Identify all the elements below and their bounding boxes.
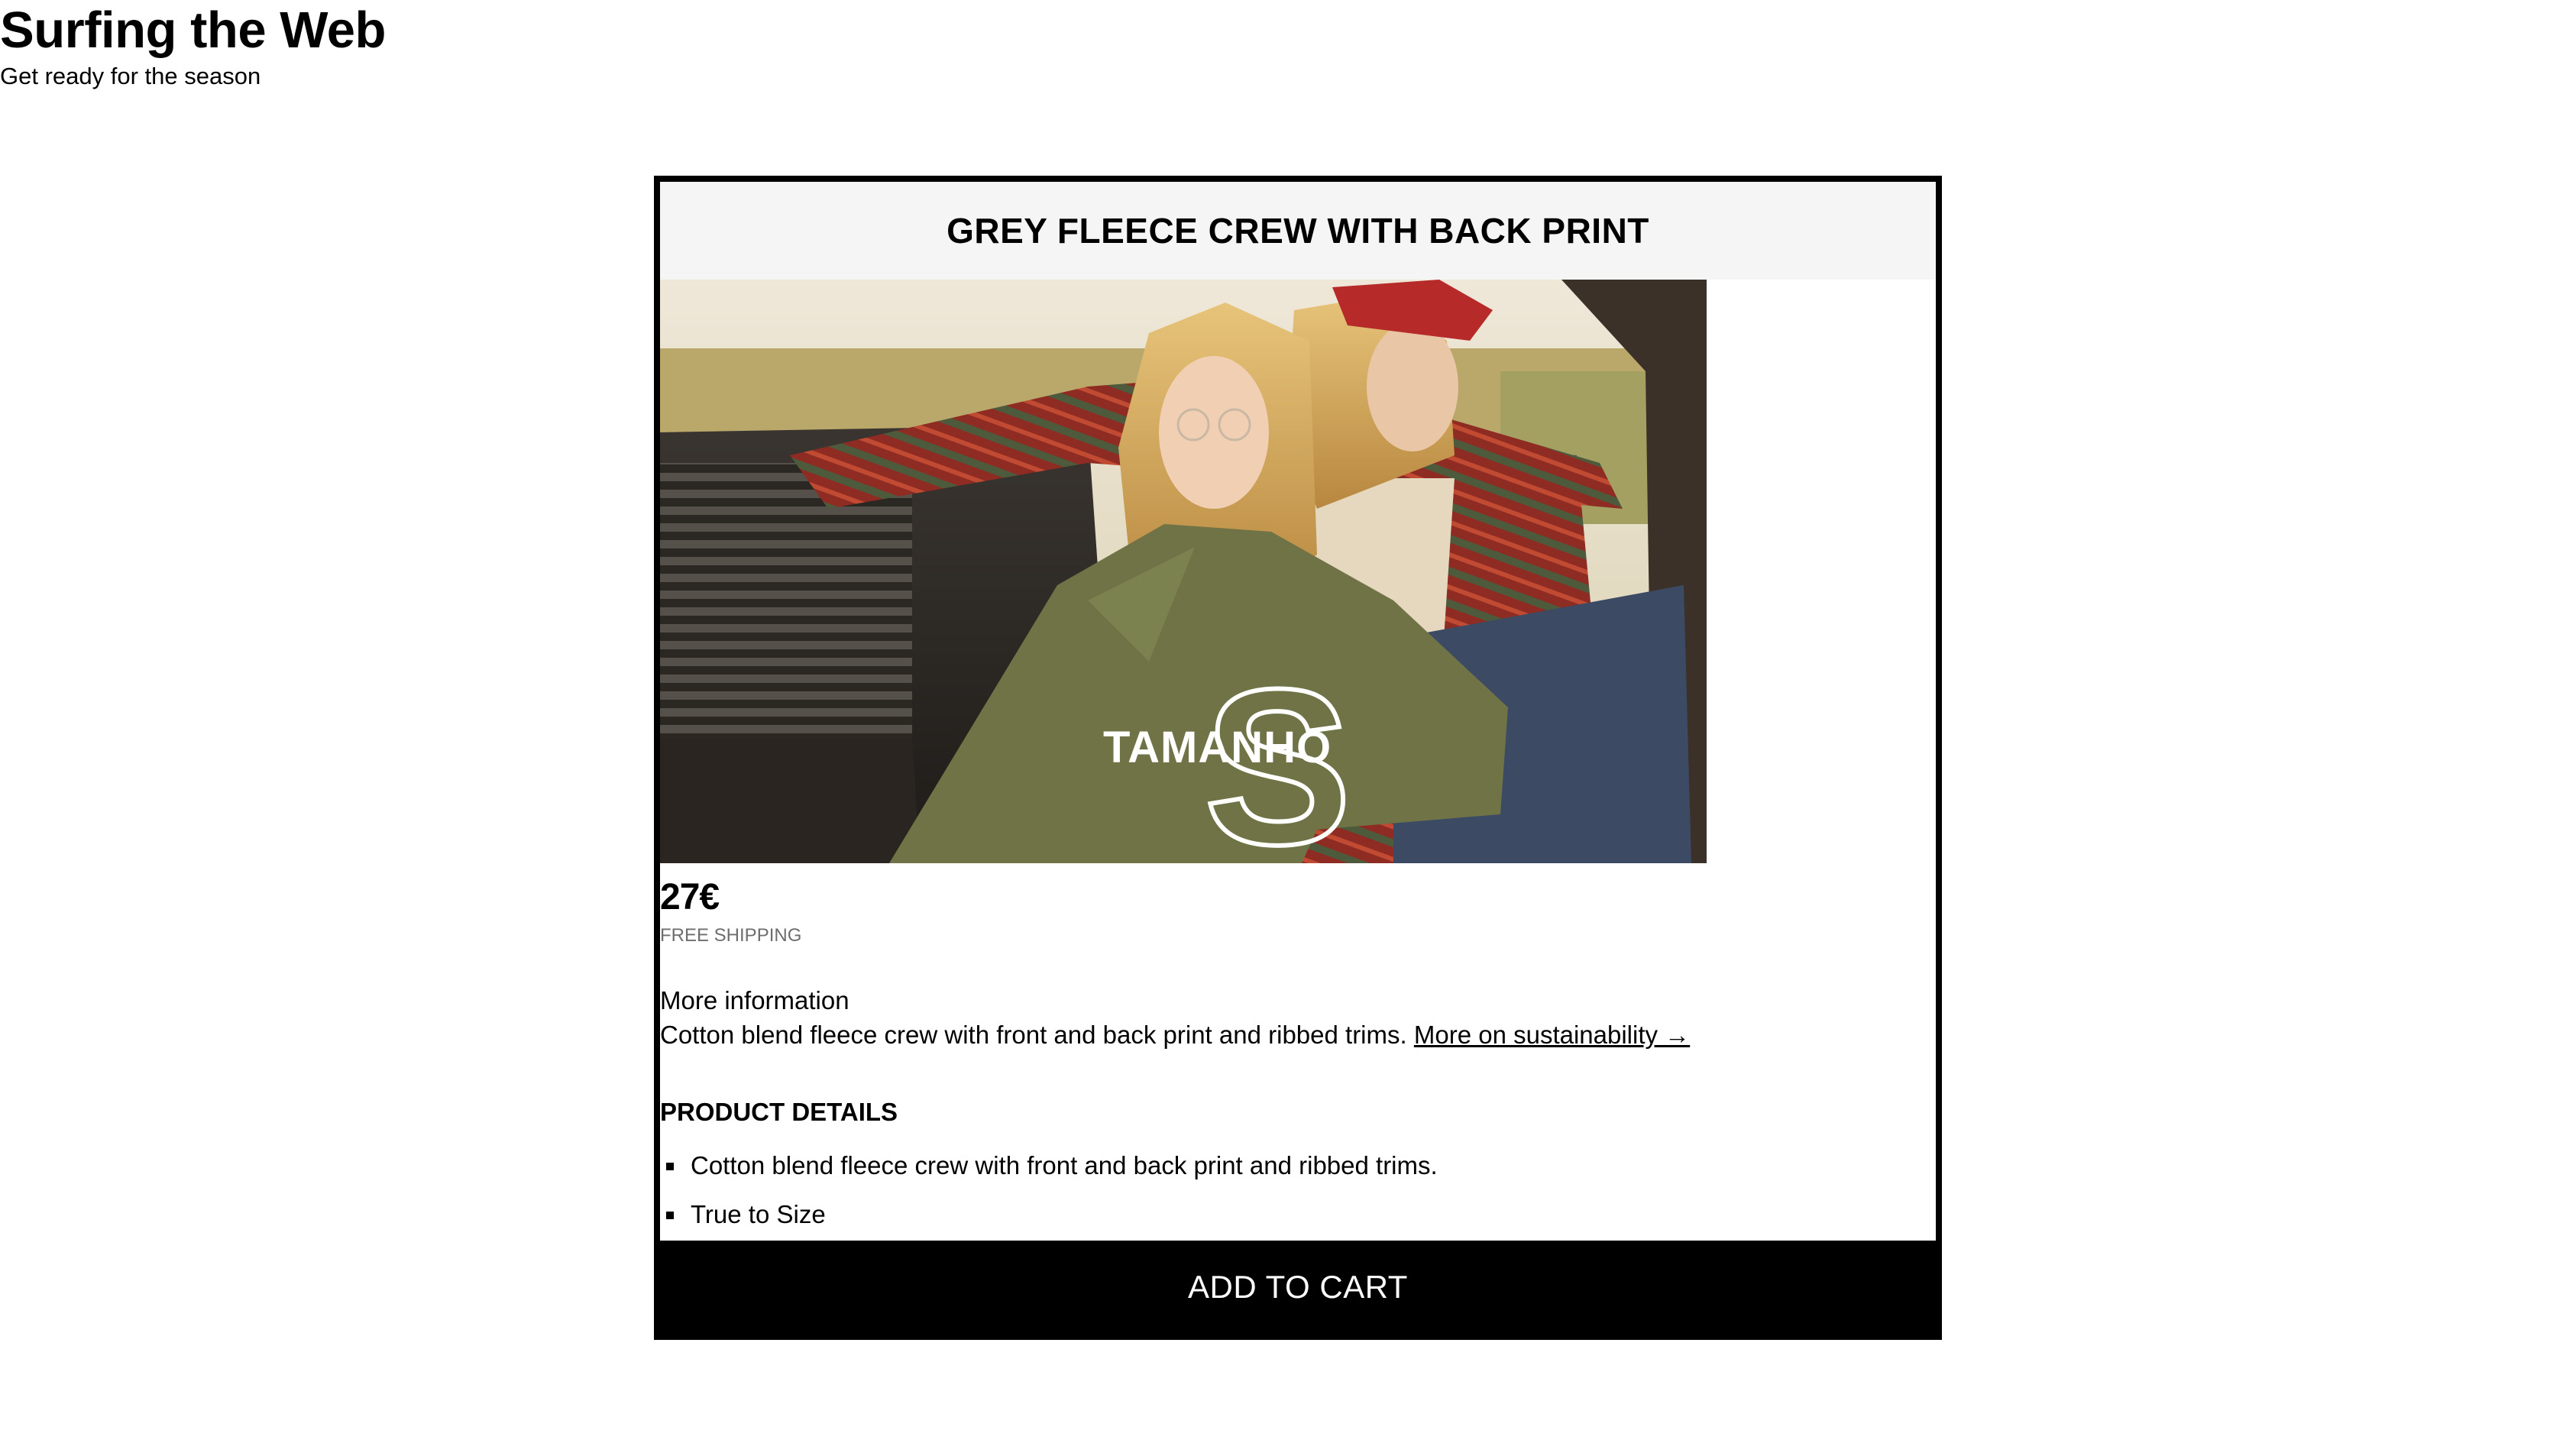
product-details-title: PRODUCT DETAILS — [660, 1098, 898, 1126]
product-card-header: GREY FLEECE CREW WITH BACK PRINT — [660, 182, 1936, 280]
product-price: 27€ — [660, 877, 720, 917]
product-detail-text: Cotton blend fleece crew with front and … — [691, 1151, 1438, 1179]
bullet-square-icon — [666, 1163, 674, 1170]
bullet-square-icon — [666, 1212, 674, 1219]
product-details-list: Cotton blend fleece crew with front and … — [660, 1141, 1936, 1239]
product-description: Cotton blend fleece crew with front and … — [660, 1018, 1936, 1053]
shipping-label: FREE SHIPPING — [660, 925, 802, 946]
product-description-text: Cotton blend fleece crew with front and … — [660, 1021, 1407, 1049]
sustainability-link[interactable]: More on sustainability → — [1414, 1021, 1690, 1049]
image-overlay-letter: S — [1204, 643, 1351, 863]
add-to-cart-button[interactable]: ADD TO CART — [660, 1241, 1936, 1334]
product-image: TAMANHO S — [660, 280, 1707, 863]
more-information-label: More information — [660, 986, 849, 1014]
product-detail-text: True to Size — [691, 1200, 826, 1228]
page-header: Surfing the Web Get ready for the season — [0, 0, 386, 92]
product-detail-item: True to Size — [660, 1190, 1936, 1239]
product-title: GREY FLEECE CREW WITH BACK PRINT — [947, 211, 1649, 251]
product-detail-item: Cotton blend fleece crew with front and … — [660, 1141, 1936, 1190]
site-subtitle: Get ready for the season — [0, 63, 261, 89]
site-title: Surfing the Web — [0, 2, 386, 59]
product-card: GREY FLEECE CREW WITH BACK PRINT TAMANHO… — [654, 176, 1942, 1340]
